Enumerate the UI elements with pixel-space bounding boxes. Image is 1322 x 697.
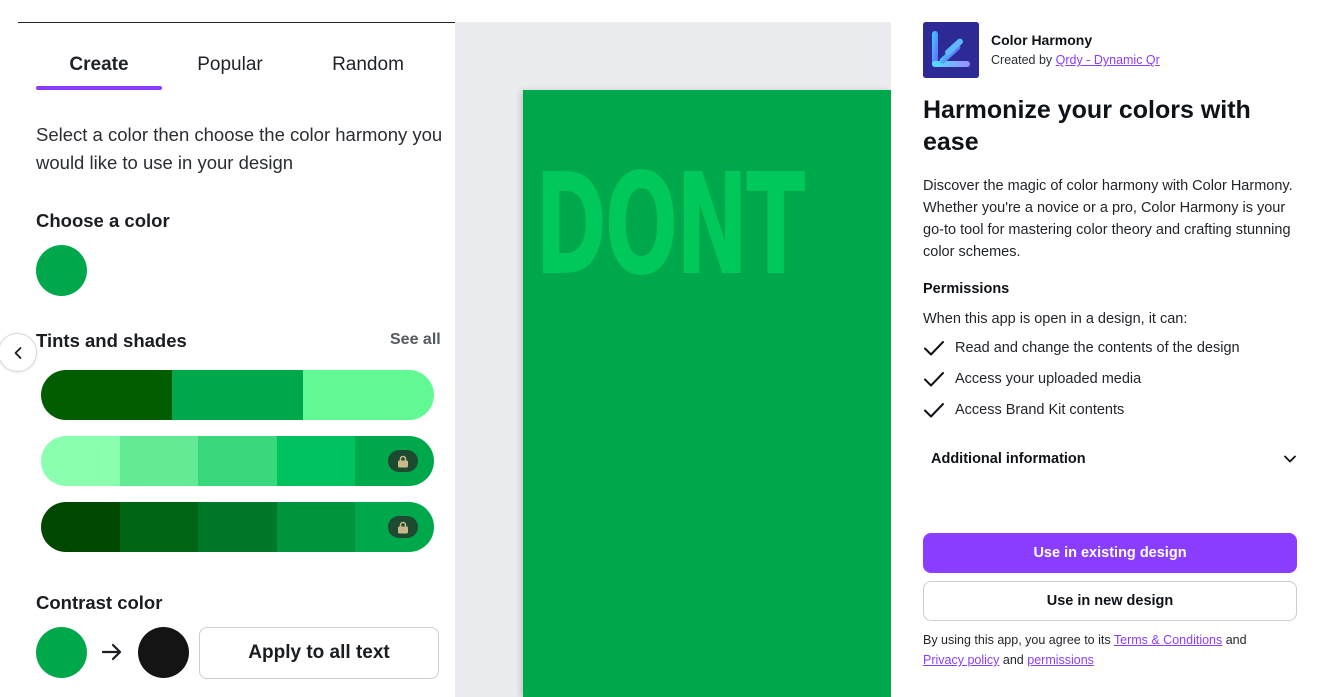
palette-swatch[interactable] xyxy=(198,502,277,552)
created-by-label: Created by xyxy=(991,53,1053,67)
terms-conditions-link[interactable]: Terms & Conditions xyxy=(1114,633,1222,647)
palette-swatch[interactable] xyxy=(172,370,303,420)
tints-shades-heading: Tints and shades xyxy=(36,330,187,351)
palette-swatch[interactable] xyxy=(276,436,356,486)
palette-swatch[interactable] xyxy=(41,436,120,486)
active-tab-indicator xyxy=(36,86,162,90)
checkmark-icon xyxy=(924,341,944,356)
checkmark-icon xyxy=(924,403,944,418)
design-canvas-area: DONT xyxy=(455,22,891,697)
palette-swatch[interactable] xyxy=(198,436,277,486)
chevron-down-icon xyxy=(1284,455,1296,463)
contrast-to-swatch[interactable] xyxy=(138,627,189,678)
lock-icon xyxy=(388,450,418,472)
permissions-link[interactable]: permissions xyxy=(1027,653,1094,667)
divider xyxy=(18,22,455,23)
tab-bar: Create Popular Random xyxy=(36,52,439,92)
permissions-intro: When this app is open in a design, it ca… xyxy=(923,311,1188,327)
use-in-existing-design-button[interactable]: Use in existing design xyxy=(923,533,1297,573)
tab-random[interactable]: Random xyxy=(326,52,410,90)
use-in-new-design-button[interactable]: Use in new design xyxy=(923,581,1297,621)
intro-text: Select a color then choose the color har… xyxy=(36,124,443,173)
terms-and: and xyxy=(1225,633,1247,647)
terms-notice: By using this app, you agree to its Term… xyxy=(923,630,1303,670)
app-headline: Harmonize your colors with ease xyxy=(923,96,1251,156)
palette-swatch[interactable] xyxy=(276,502,356,552)
creator-link[interactable]: Qrdy - Dynamic Qr xyxy=(1056,53,1160,67)
additional-information-label: Additional information xyxy=(931,451,1086,467)
arrow-right-icon xyxy=(101,643,122,661)
palette-swatch[interactable] xyxy=(303,370,434,420)
contrast-from-swatch[interactable] xyxy=(36,627,87,678)
app-details-panel: Color Harmony Created by Qrdy - Dynamic … xyxy=(891,0,1322,697)
permission-label: Read and change the contents of the desi… xyxy=(955,340,1240,356)
permissions-heading: Permissions xyxy=(923,281,1010,297)
permission-item: Access Brand Kit contents xyxy=(923,401,1124,419)
see-all-link[interactable]: See all xyxy=(390,331,441,349)
permission-label: Access Brand Kit contents xyxy=(955,402,1125,418)
palette-row-3[interactable] xyxy=(41,502,434,552)
privacy-policy-link[interactable]: Privacy policy xyxy=(923,653,999,667)
contrast-color-heading: Contrast color xyxy=(36,592,163,613)
design-text-element[interactable]: DONT xyxy=(535,156,805,296)
permission-item: Access your uploaded media xyxy=(923,370,1141,388)
lock-icon xyxy=(388,516,418,538)
color-harmony-panel: Create Popular Random Select a color the… xyxy=(0,0,455,697)
apply-to-all-text-button[interactable]: Apply to all text xyxy=(199,627,439,679)
app-creator: Created by Qrdy - Dynamic Qr xyxy=(991,53,1160,67)
choose-color-heading: Choose a color xyxy=(36,210,170,231)
app-name: Color Harmony xyxy=(991,32,1093,48)
terms-and: and xyxy=(1002,653,1024,667)
palette-row-2[interactable] xyxy=(41,436,434,486)
terms-prefix: By using this app, you agree to its xyxy=(923,633,1111,647)
permission-item: Read and change the contents of the desi… xyxy=(923,339,1240,357)
tab-popular[interactable]: Popular xyxy=(186,52,274,90)
app-logo-icon xyxy=(923,22,979,78)
app-description: Discover the magic of color harmony with… xyxy=(923,178,1293,260)
palette-swatch[interactable] xyxy=(41,502,120,552)
palette-swatch[interactable] xyxy=(119,436,199,486)
palette-row-1[interactable] xyxy=(41,370,434,420)
permission-label: Access your uploaded media xyxy=(955,371,1142,387)
design-page[interactable]: DONT xyxy=(523,90,891,697)
palette-swatch[interactable] xyxy=(41,370,172,420)
checkmark-icon xyxy=(924,372,944,387)
selected-color-swatch[interactable] xyxy=(36,245,87,296)
chevron-left-icon xyxy=(14,346,21,359)
tab-create[interactable]: Create xyxy=(36,52,162,90)
additional-information-toggle[interactable]: Additional information xyxy=(923,443,1297,475)
palette-swatch[interactable] xyxy=(119,502,199,552)
